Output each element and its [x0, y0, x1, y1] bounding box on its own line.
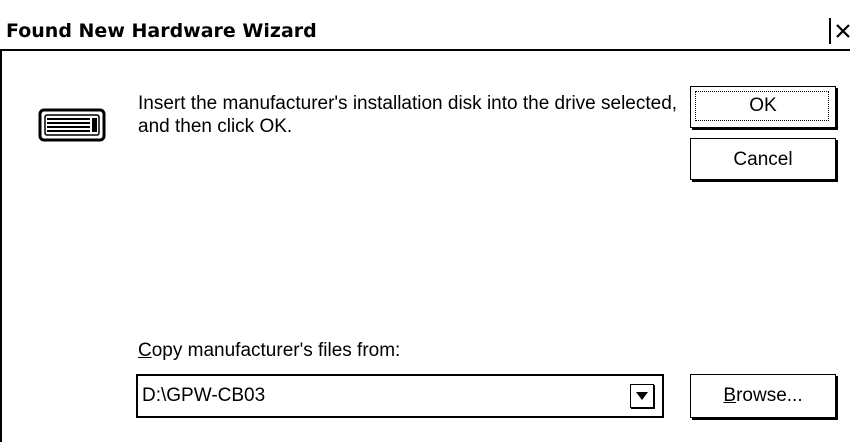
focus-rectangle: [695, 91, 829, 121]
title-bar-divider: [0, 49, 850, 51]
cancel-button[interactable]: Cancel: [690, 138, 836, 180]
close-button[interactable]: [829, 18, 850, 44]
cancel-button-label: Cancel: [733, 149, 793, 170]
window-title: Found New Hardware Wizard: [6, 20, 317, 42]
hardware-wizard-dialog: Found New Hardware Wizard Insert the man…: [0, 0, 850, 442]
browse-button-label: rowse...: [736, 385, 803, 406]
copy-from-label-accelerator: C: [138, 340, 152, 361]
copy-from-combobox[interactable]: D:\GPW-CB03: [136, 374, 664, 418]
browse-button-accelerator: B: [723, 385, 737, 406]
instruction-text: Insert the manufacturer's installation d…: [138, 93, 678, 137]
close-icon: [836, 24, 850, 38]
ok-button[interactable]: OK: [690, 86, 836, 128]
copy-from-input[interactable]: D:\GPW-CB03: [142, 385, 265, 407]
copy-from-label-text: opy manufacturer's files from:: [151, 340, 401, 361]
chevron-down-icon: [636, 392, 648, 400]
title-bar: Found New Hardware Wizard: [0, 15, 850, 51]
browse-button[interactable]: Browse...: [690, 374, 836, 418]
dropdown-button[interactable]: [630, 384, 654, 408]
disk-drive-icon: [38, 108, 106, 142]
copy-from-label: Copy manufacturer's files from:: [138, 340, 400, 362]
window-left-border: [0, 51, 2, 442]
